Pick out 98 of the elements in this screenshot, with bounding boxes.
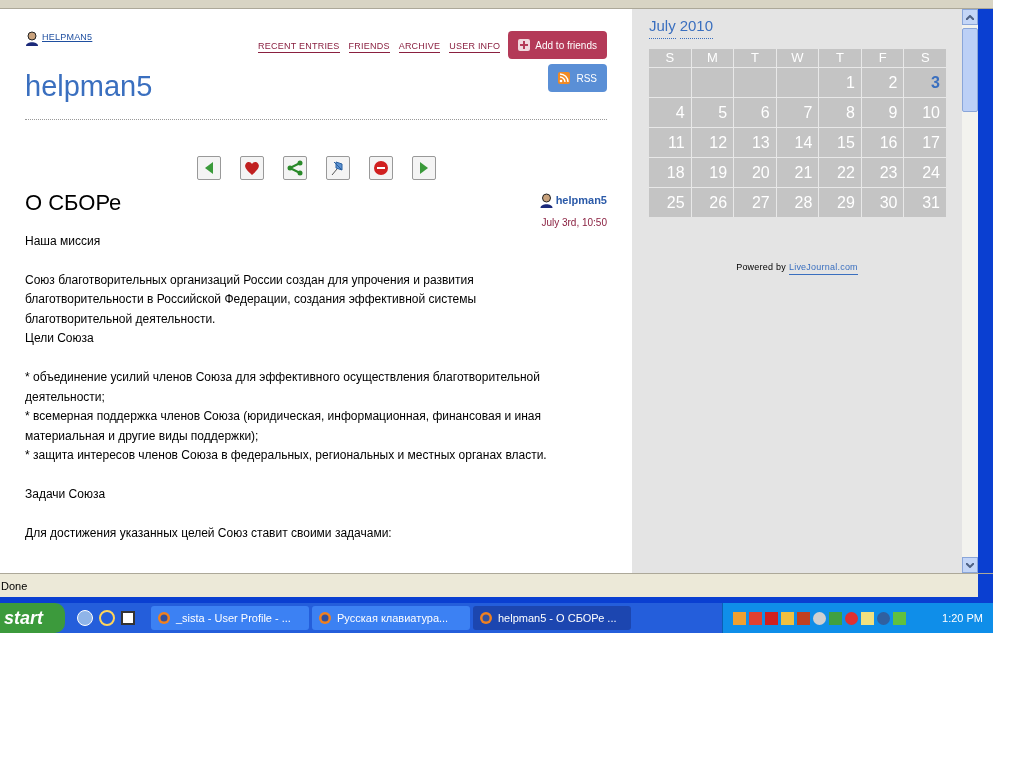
- calendar-day: 12: [691, 127, 734, 157]
- tray-icon[interactable]: [781, 611, 794, 625]
- share-button[interactable]: [282, 156, 307, 180]
- calendar-day: 4: [649, 97, 691, 127]
- next-button[interactable]: [411, 156, 436, 180]
- calendar-day: 20: [734, 157, 776, 187]
- calendar-day: 22: [819, 157, 861, 187]
- calendar-day: 7: [776, 97, 819, 127]
- scrollbar[interactable]: [962, 9, 978, 573]
- previous-icon: [204, 162, 213, 174]
- scroll-up-button[interactable]: [962, 9, 978, 25]
- calendar-day: 30: [861, 187, 904, 217]
- scroll-thumb[interactable]: [962, 28, 978, 112]
- calendar-day: 16: [861, 127, 904, 157]
- entry-text: Для достижения указанных целей Союз ставит своими задачами:: [25, 525, 393, 542]
- weekday-label: S: [904, 48, 946, 67]
- rss-button[interactable]: RSS: [548, 64, 607, 92]
- tray-icon[interactable]: [845, 611, 858, 625]
- heart-button[interactable]: [239, 156, 264, 180]
- calendar-day: 28: [776, 187, 819, 217]
- calendar-day: 11: [649, 127, 691, 157]
- pin-button[interactable]: [325, 156, 350, 180]
- entry-date: July 3rd, 10:50: [541, 215, 607, 230]
- status-text: Done: [0, 579, 29, 594]
- calendar-day: 14: [776, 127, 819, 157]
- entry-text: Союз благотворительных организаций России создан для упрочения и развития благотворительности в Российской Федерации, создания эффективной системы благотворительной деятельности.: [25, 271, 478, 328]
- year-link[interactable]: 2010: [679, 15, 714, 39]
- tray-icon[interactable]: [861, 611, 874, 625]
- calendar-day: 19: [691, 157, 734, 187]
- calendar-day: 27: [734, 187, 776, 217]
- calendar-day: 5: [691, 97, 734, 127]
- weekday-label: M: [691, 48, 734, 67]
- calendar-day: 1: [819, 67, 861, 97]
- calendar-day: 8: [819, 97, 861, 127]
- month-link[interactable]: July: [649, 15, 676, 39]
- volume-icon[interactable]: [797, 611, 810, 625]
- entry-text: * объединение усилий членов Союза для эффективного осуществления благотворительной деятельности;: [25, 369, 541, 406]
- browser-icon: [157, 611, 171, 625]
- browser-icon: [318, 611, 332, 625]
- calendar-day: 25: [649, 187, 691, 217]
- nav-link[interactable]: USER INFO: [449, 41, 501, 54]
- calendar-day: 24: [904, 157, 946, 187]
- tray-icon[interactable]: [765, 611, 778, 625]
- entry-title: О СБОРе: [25, 192, 122, 217]
- entry-text: Задачи Союза: [25, 486, 107, 503]
- weekday-label: F: [861, 48, 904, 67]
- entry-text: * всемерная поддержка членов Союза (юридическая, информационная, финансовая и иная материальная и другие виды поддержки);: [25, 408, 543, 445]
- calendar-day: 10: [904, 97, 946, 127]
- tray-icon[interactable]: [733, 611, 746, 625]
- calendar-day: 6: [734, 97, 776, 127]
- nav-link[interactable]: FRIENDS: [348, 41, 390, 54]
- entry-text: * защита интересов членов Союза в федеральных, региональных и местных органах власти.: [25, 447, 548, 464]
- rss-icon: [558, 72, 571, 84]
- tray-icon[interactable]: [877, 611, 890, 625]
- calendar-day: 2: [861, 67, 904, 97]
- calendar-day: 15: [819, 127, 861, 157]
- user-icon: [25, 31, 39, 46]
- livejournal-link[interactable]: LiveJournal.com: [788, 260, 858, 275]
- browser-icon[interactable]: [99, 610, 115, 626]
- window-icon[interactable]: [121, 611, 135, 625]
- entry-text: Цели Союза: [25, 330, 95, 347]
- taskbar-window-button[interactable]: helpman5 - О СБОРе ...: [473, 606, 631, 630]
- user-link[interactable]: HELPMAN5: [42, 31, 93, 45]
- calendar-day: 29: [819, 187, 861, 217]
- weekday-label: S: [649, 48, 691, 67]
- nav-link[interactable]: ARCHIVE: [398, 41, 441, 54]
- entry-text: Наша миссия: [25, 232, 102, 250]
- calendar-day: 26: [691, 187, 734, 217]
- taskbar-window-button[interactable]: _sista - User Profile - ...: [151, 606, 309, 630]
- tray-icon[interactable]: [813, 611, 826, 625]
- tray-icon[interactable]: [893, 611, 906, 625]
- add-to-friends-button[interactable]: Add to friends: [508, 31, 607, 59]
- calendar-day: 31: [904, 187, 946, 217]
- start-button[interactable]: start: [0, 603, 65, 633]
- user-icon: [538, 192, 554, 208]
- previous-button[interactable]: [196, 156, 221, 180]
- desktop-icon[interactable]: [77, 610, 93, 626]
- weekday-label: T: [734, 48, 776, 67]
- weekday-label: W: [776, 48, 819, 67]
- taskbar-window-button[interactable]: Русская клавиатура...: [312, 606, 470, 630]
- calendar-day: 9: [861, 97, 904, 127]
- plus-icon: [518, 39, 531, 51]
- stop-button[interactable]: [368, 156, 393, 180]
- next-icon: [419, 162, 428, 174]
- weekday-label: T: [819, 48, 861, 67]
- clock: 1:20 PM: [942, 610, 983, 626]
- calendar-day: 13: [734, 127, 776, 157]
- calendar-day: 23: [861, 157, 904, 187]
- calendar-day: 17: [904, 127, 946, 157]
- nav-link[interactable]: RECENT ENTRIES: [258, 41, 340, 54]
- scroll-down-button[interactable]: [962, 557, 978, 573]
- author-link[interactable]: helpman5: [555, 192, 607, 209]
- calendar-day: 21: [776, 157, 819, 187]
- calendar-day-link[interactable]: 3: [904, 67, 946, 97]
- calendar-day: 18: [649, 157, 691, 187]
- powered-by-text: Powered by: [736, 260, 786, 274]
- browser-icon: [479, 611, 493, 625]
- journal-title: helpman5: [25, 72, 153, 101]
